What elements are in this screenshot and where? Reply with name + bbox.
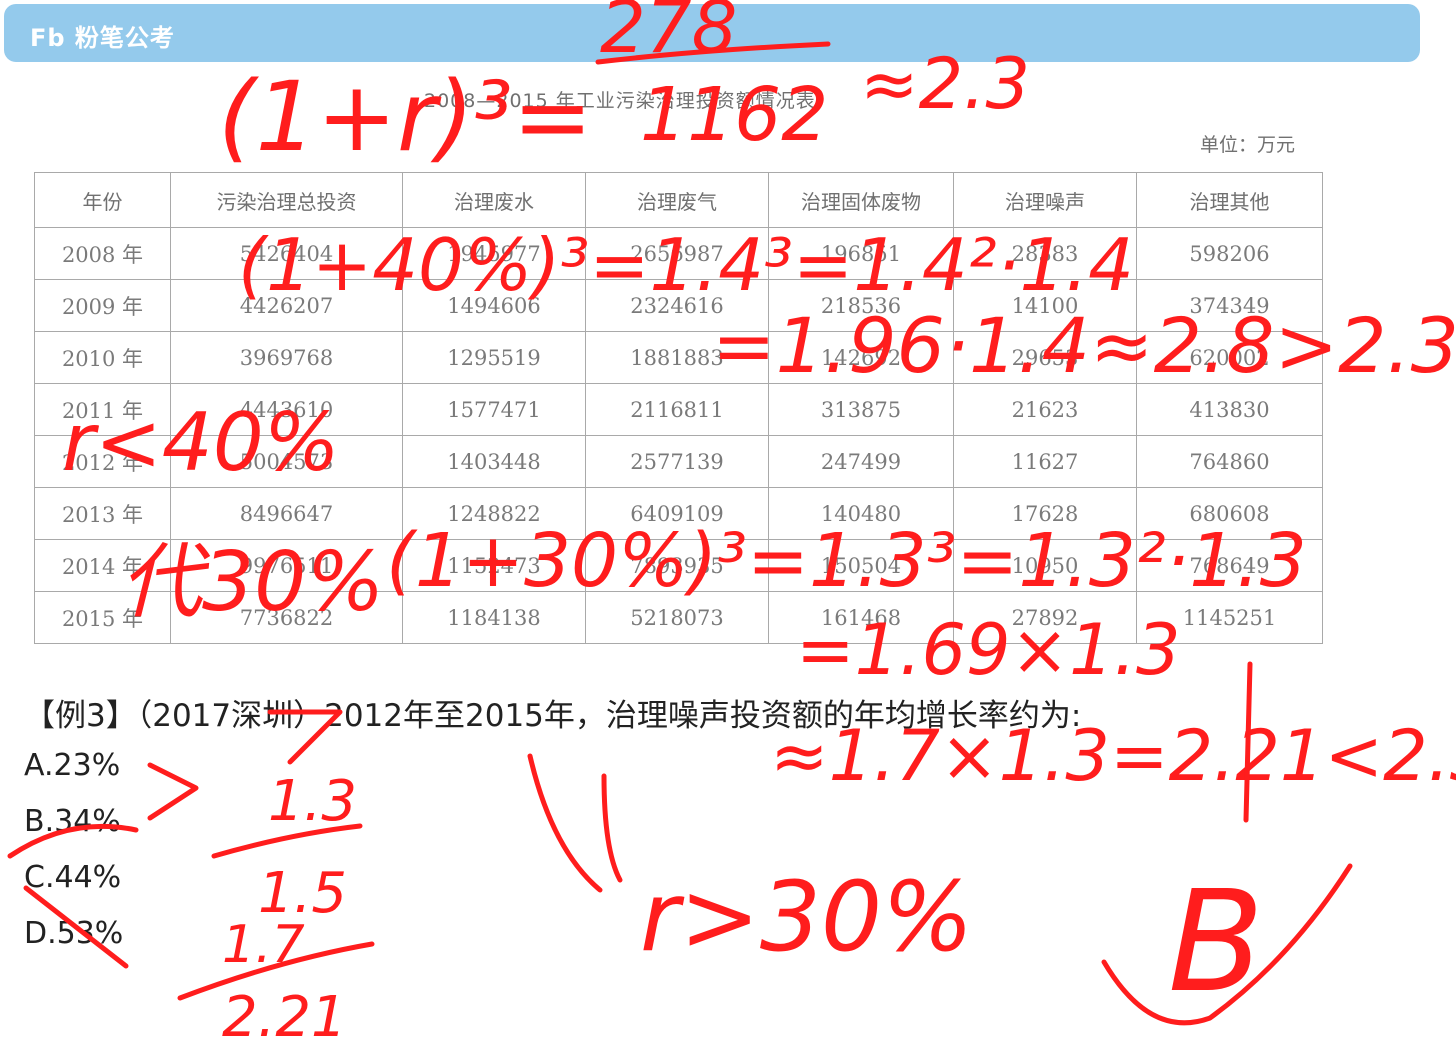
column-header: 污染治理总投资 bbox=[170, 172, 403, 228]
value-cell: 1494606 bbox=[402, 279, 586, 332]
value-cell: 1152473 bbox=[402, 539, 586, 592]
value-cell: 7736822 bbox=[170, 591, 403, 644]
ink-calc-2: 1.5 bbox=[258, 861, 347, 926]
value-cell: 1945977 bbox=[402, 227, 586, 280]
year-cell: 2009 年 bbox=[34, 279, 171, 332]
ink-check bbox=[1101, 863, 1353, 1026]
value-cell: 764860 bbox=[1136, 435, 1323, 488]
ink-gt-mark bbox=[147, 762, 199, 821]
table-title: 2008—2015 年工业污染治理投资额情况表 bbox=[424, 90, 816, 112]
investment-table: 年份 污染治理总投资 治理废水 治理废气 治理固体废物 治理噪声 治理其他 20… bbox=[34, 172, 1323, 644]
value-cell: 374349 bbox=[1136, 279, 1323, 332]
table-row: 2015 年 7736822 1184138 5218073 161468 27892 11… bbox=[34, 591, 1323, 644]
table-row: 2014 年 9976511 1152473 7893935 150504 10950 76… bbox=[34, 539, 1323, 592]
table-row: 2013 年 8496647 1248822 6409109 140480 17628 68… bbox=[34, 487, 1323, 540]
column-header: 治理噪声 bbox=[953, 172, 1137, 228]
option-b[interactable]: B.34% bbox=[24, 804, 121, 839]
option-c[interactable]: C.44% bbox=[24, 860, 121, 895]
value-cell: 161468 bbox=[768, 591, 954, 644]
value-cell: 247499 bbox=[768, 435, 954, 488]
value-cell: 196851 bbox=[768, 227, 954, 280]
ink-answer: B bbox=[1168, 861, 1264, 1024]
table-row: 2008 年 5426404 1945977 2656987 196851 28383 59… bbox=[34, 227, 1323, 280]
value-cell: 1184138 bbox=[402, 591, 586, 644]
column-header: 治理废水 bbox=[402, 172, 586, 228]
ink-calc-bar1 bbox=[211, 823, 363, 859]
value-cell: 6409109 bbox=[585, 487, 769, 540]
value-cell: 8496647 bbox=[170, 487, 403, 540]
value-cell: 680608 bbox=[1136, 487, 1323, 540]
table-row: 2011 年 4443610 1577471 2116811 313875 21623 41… bbox=[34, 383, 1323, 436]
ink-frac-den: 1162 bbox=[640, 72, 828, 158]
value-cell: 27892 bbox=[953, 591, 1137, 644]
table-row: 2009 年 4426207 1494606 2324616 218536 14100 37… bbox=[34, 279, 1323, 332]
value-cell: 21623 bbox=[953, 383, 1137, 436]
value-cell: 620002 bbox=[1136, 331, 1323, 384]
value-cell: 4443610 bbox=[170, 383, 403, 436]
year-cell: 2008 年 bbox=[34, 227, 171, 280]
ink-calc-4: 2.21 bbox=[222, 985, 347, 1038]
value-cell: 5004573 bbox=[170, 435, 403, 488]
value-cell: 2324616 bbox=[585, 279, 769, 332]
value-cell: 218536 bbox=[768, 279, 954, 332]
table-unit: 单位：万元 bbox=[1200, 134, 1296, 156]
ink-arrow bbox=[527, 753, 623, 893]
column-header: 治理废气 bbox=[585, 172, 769, 228]
year-cell: 2012 年 bbox=[34, 435, 171, 488]
value-cell: 3969768 bbox=[170, 331, 403, 384]
value-cell: 7893935 bbox=[585, 539, 769, 592]
column-header: 治理固体废物 bbox=[768, 172, 954, 228]
ink-eq-top: (1+r)³= bbox=[218, 61, 593, 173]
year-cell: 2014 年 bbox=[34, 539, 171, 592]
table-row: 2010 年 3969768 1295519 1881883 142692 29653 62… bbox=[34, 331, 1323, 384]
value-cell: 1145251 bbox=[1136, 591, 1323, 644]
value-cell: 28383 bbox=[953, 227, 1137, 280]
value-cell: 140480 bbox=[768, 487, 954, 540]
value-cell: 14100 bbox=[953, 279, 1137, 332]
value-cell: 768649 bbox=[1136, 539, 1323, 592]
brand-logo: Fb 粉笔公考 bbox=[30, 24, 175, 52]
value-cell: 10950 bbox=[953, 539, 1137, 592]
table-header-row: 年份 污染治理总投资 治理废水 治理废气 治理固体废物 治理噪声 治理其他 bbox=[34, 172, 1323, 228]
ink-r-gt: r>30% bbox=[640, 861, 973, 973]
value-cell: 142692 bbox=[768, 331, 954, 384]
ink-slash bbox=[1243, 661, 1253, 823]
value-cell: 11627 bbox=[953, 435, 1137, 488]
value-cell: 4426207 bbox=[170, 279, 403, 332]
value-cell: 2116811 bbox=[585, 383, 769, 436]
value-cell: 598206 bbox=[1136, 227, 1323, 280]
value-cell: 5218073 bbox=[585, 591, 769, 644]
year-cell: 2015 年 bbox=[34, 591, 171, 644]
value-cell: 150504 bbox=[768, 539, 954, 592]
column-header: 治理其他 bbox=[1136, 172, 1323, 228]
app-header: Fb 粉笔公考 bbox=[4, 4, 1420, 62]
value-cell: 1577471 bbox=[402, 383, 586, 436]
value-cell: 1248822 bbox=[402, 487, 586, 540]
value-cell: 9976511 bbox=[170, 539, 403, 592]
value-cell: 1881883 bbox=[585, 331, 769, 384]
value-cell: 17628 bbox=[953, 487, 1137, 540]
value-cell: 5426404 bbox=[170, 227, 403, 280]
year-cell: 2013 年 bbox=[34, 487, 171, 540]
ink-calc-1: 1.3 bbox=[268, 769, 357, 834]
option-a[interactable]: A.23% bbox=[24, 748, 120, 783]
question-text: 【例3】（2017深圳）2012年至2015年，治理噪声投资额的年均增长率约为: bbox=[24, 698, 1082, 734]
value-cell: 413830 bbox=[1136, 383, 1323, 436]
value-cell: 29653 bbox=[953, 331, 1137, 384]
value-cell: 1403448 bbox=[402, 435, 586, 488]
value-cell: 1295519 bbox=[402, 331, 586, 384]
value-cell: 2577139 bbox=[585, 435, 769, 488]
column-header: 年份 bbox=[34, 172, 171, 228]
ink-calc-bar2 bbox=[177, 941, 375, 1001]
ink-calc-3: 1.7 bbox=[222, 915, 305, 975]
value-cell: 313875 bbox=[768, 383, 954, 436]
option-d[interactable]: D.53% bbox=[24, 916, 123, 951]
year-cell: 2010 年 bbox=[34, 331, 171, 384]
value-cell: 2656987 bbox=[585, 227, 769, 280]
table-row: 2012 年 5004573 1403448 2577139 247499 11627 76… bbox=[34, 435, 1323, 488]
year-cell: 2011 年 bbox=[34, 383, 171, 436]
